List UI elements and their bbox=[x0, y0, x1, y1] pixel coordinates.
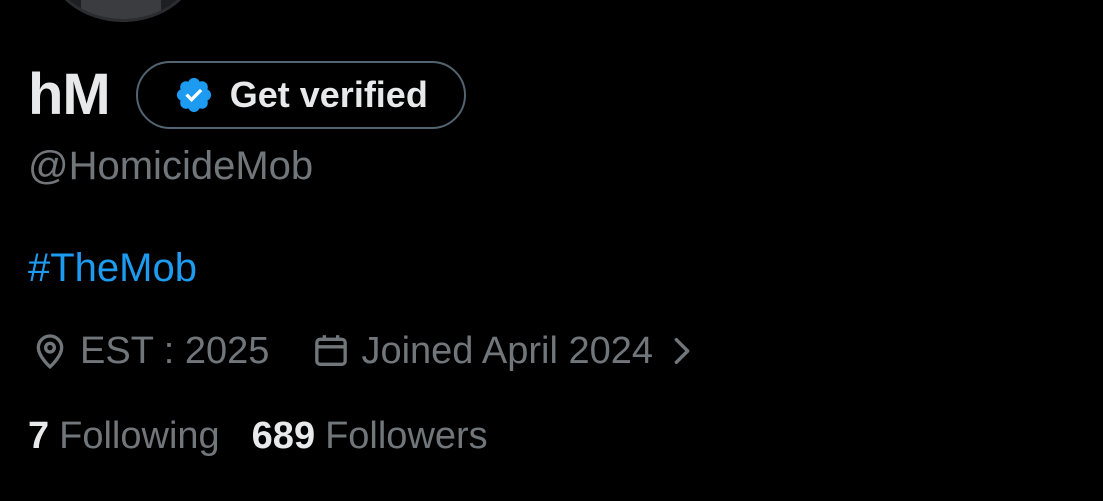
avatar-image bbox=[81, 0, 161, 19]
following-label: Following bbox=[59, 414, 220, 457]
profile-meta-row: EST : 2025 Joined April 2024 bbox=[30, 324, 697, 378]
avatar[interactable] bbox=[48, 0, 198, 22]
name-row: hM Get verified bbox=[28, 58, 466, 132]
verified-badge-icon bbox=[174, 75, 214, 115]
calendar-icon bbox=[311, 331, 351, 371]
followers-count: 689 bbox=[251, 414, 316, 457]
profile-joined[interactable]: Joined April 2024 bbox=[311, 330, 697, 373]
chevron-right-icon bbox=[667, 334, 697, 368]
location-pin-icon bbox=[30, 331, 70, 371]
following-count: 7 bbox=[28, 414, 50, 457]
followers-label: Followers bbox=[325, 414, 488, 457]
get-verified-label: Get verified bbox=[229, 74, 428, 115]
profile-location: EST : 2025 bbox=[30, 330, 269, 373]
bio-hashtag-link[interactable]: #TheMob bbox=[28, 246, 197, 291]
display-name: hM bbox=[28, 62, 111, 127]
following-link[interactable]: 7 Following bbox=[28, 415, 220, 458]
follow-stats: 7 Following 689 Followers bbox=[28, 410, 488, 462]
get-verified-button[interactable]: Get verified bbox=[135, 61, 466, 129]
location-text: EST : 2025 bbox=[80, 329, 270, 372]
followers-link[interactable]: 689 Followers bbox=[252, 415, 488, 458]
joined-text: Joined April 2024 bbox=[361, 329, 653, 372]
profile-handle: @HomicideMob bbox=[28, 144, 314, 188]
